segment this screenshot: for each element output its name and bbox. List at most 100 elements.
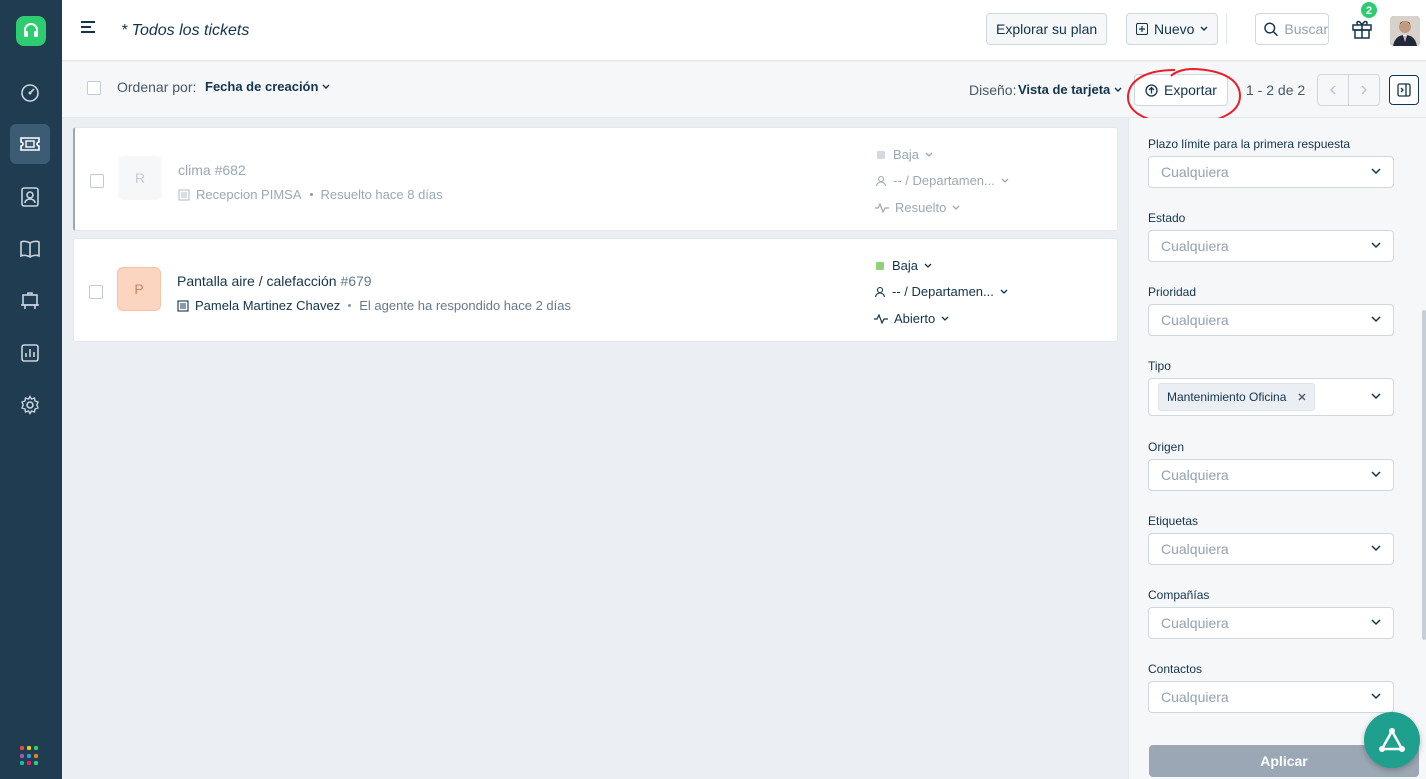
- building-icon: [178, 188, 190, 201]
- person-icon: [875, 175, 887, 186]
- requester-avatar: P: [117, 267, 161, 311]
- knowledge-base-nav-icon[interactable]: [10, 229, 50, 269]
- priority-dropdown[interactable]: Baja: [874, 258, 932, 273]
- freddy-assistant-button[interactable]: [1364, 712, 1420, 768]
- ticket-subject[interactable]: clima #682: [178, 162, 246, 178]
- priority-value: Baja: [893, 147, 920, 162]
- filter-tag: Mantenimiento Oficina: [1158, 383, 1316, 411]
- chevron-left-icon: [1330, 85, 1336, 95]
- ticket-meta: Recepcion PIMSA Resuelto hace 8 días: [178, 187, 443, 202]
- activity-icon: [875, 202, 889, 213]
- select-all-checkbox[interactable]: [87, 81, 101, 95]
- plus-square-icon: [1136, 23, 1148, 35]
- status-dropdown[interactable]: Abierto: [874, 311, 949, 326]
- export-label: Exportar: [1164, 82, 1217, 98]
- sidebar: [0, 0, 62, 779]
- filter-select-companies[interactable]: Cualquiera: [1148, 607, 1394, 639]
- chevron-down-icon: [1371, 168, 1381, 175]
- filter-tag-label: Mantenimiento Oficina: [1167, 390, 1287, 404]
- chevron-down-icon: [952, 205, 960, 210]
- filter-select-status[interactable]: Cualquiera: [1148, 230, 1394, 262]
- gift-icon[interactable]: [1351, 17, 1373, 42]
- separator-dot: [348, 304, 352, 307]
- headset-logo-icon: [16, 15, 46, 46]
- ticket-card[interactable]: R clima #682 Recepcion PIMSA Resuelto ha…: [73, 127, 1118, 231]
- filter-select-first-response[interactable]: Cualquiera: [1148, 156, 1394, 188]
- contacts-nav-icon[interactable]: [10, 177, 50, 217]
- ticket-checkbox[interactable]: [89, 285, 103, 299]
- app-logo[interactable]: [0, 0, 62, 61]
- reports-nav-icon[interactable]: [10, 333, 50, 373]
- pagination-text: 1 - 2 de 2: [1246, 82, 1306, 98]
- filter-select-source[interactable]: Cualquiera: [1148, 459, 1394, 491]
- chevron-down-icon: [1371, 316, 1381, 323]
- filter-label-companies: Compañías: [1148, 588, 1210, 602]
- filter-value: Cualquiera: [1161, 689, 1229, 705]
- assignee-dropdown[interactable]: -- / Departamen...: [874, 284, 1008, 299]
- chevron-down-icon: [1200, 26, 1208, 31]
- status-value: Resuelto: [895, 200, 947, 215]
- filter-select-contacts[interactable]: Cualquiera: [1148, 681, 1394, 713]
- search-button[interactable]: Buscar: [1255, 13, 1329, 45]
- toggle-filter-panel-button[interactable]: [1389, 75, 1419, 105]
- chevron-down-icon: [1371, 242, 1381, 249]
- new-button[interactable]: Nuevo: [1126, 13, 1219, 45]
- filter-select-tags[interactable]: Cualquiera: [1148, 533, 1394, 565]
- filter-label-source: Origen: [1148, 440, 1185, 454]
- filter-value: Cualquiera: [1161, 164, 1229, 180]
- search-icon: [1264, 22, 1278, 36]
- dashboard-nav-icon[interactable]: [10, 73, 50, 113]
- user-avatar[interactable]: [1390, 16, 1420, 46]
- filter-value: Cualquiera: [1161, 615, 1229, 631]
- priority-value: Baja: [892, 258, 919, 273]
- new-button-label: Nuevo: [1154, 21, 1195, 37]
- filter-label-first-response: Plazo límite para la primera respuesta: [1148, 137, 1351, 151]
- requester-avatar: R: [118, 156, 162, 200]
- building-icon: [177, 299, 189, 312]
- settings-nav-icon[interactable]: [10, 385, 50, 425]
- ticket-checkbox[interactable]: [90, 174, 104, 188]
- tickets-nav-icon[interactable]: [10, 124, 50, 164]
- export-button[interactable]: Exportar: [1134, 74, 1228, 106]
- ticket-subject[interactable]: Pantalla aire / calefacción #679: [177, 273, 372, 289]
- explore-plan-button[interactable]: Explorar su plan: [986, 13, 1108, 45]
- priority-dropdown[interactable]: Baja: [875, 147, 933, 162]
- page-title: * Todos los tickets: [121, 22, 250, 39]
- layout-dropdown[interactable]: Vista de tarjeta: [1018, 82, 1122, 97]
- ticket-subject-text: clima: [178, 162, 211, 178]
- previous-page-button[interactable]: [1317, 74, 1349, 106]
- notification-badge: 2: [1360, 1, 1378, 19]
- sort-dropdown[interactable]: Fecha de creación: [205, 79, 330, 94]
- apps-grid-icon[interactable]: [20, 746, 40, 766]
- chevron-down-icon: [322, 84, 330, 89]
- assignee-value: -- / Departamen...: [892, 284, 994, 299]
- filter-select-type[interactable]: Mantenimiento Oficina: [1148, 378, 1394, 416]
- filter-value: Cualquiera: [1161, 467, 1229, 483]
- filter-label-priority: Prioridad: [1148, 285, 1197, 299]
- ticket-card[interactable]: P Pantalla aire / calefacción #679 Pamel…: [73, 238, 1118, 342]
- ticket-status-text: Resuelto hace 8 días: [320, 187, 443, 202]
- menu-icon[interactable]: [81, 20, 95, 37]
- chevron-down-icon: [1371, 471, 1381, 478]
- chevron-down-icon: [1371, 693, 1381, 700]
- requester-name[interactable]: Recepcion PIMSA: [196, 187, 302, 202]
- chevron-down-icon: [925, 152, 933, 157]
- close-icon[interactable]: [1298, 393, 1306, 401]
- ticket-number: #682: [214, 162, 246, 178]
- assignee-dropdown[interactable]: -- / Departamen...: [875, 173, 1009, 188]
- chevron-right-icon: [1361, 85, 1367, 95]
- filter-select-priority[interactable]: Cualquiera: [1148, 304, 1394, 336]
- chevron-down-icon: [1001, 178, 1009, 183]
- next-page-button[interactable]: [1348, 74, 1380, 106]
- assets-nav-icon[interactable]: [10, 281, 50, 321]
- person-icon: [874, 286, 886, 297]
- ticket-subject-text: Pantalla aire / calefacción: [177, 273, 337, 289]
- filter-value: Cualquiera: [1161, 541, 1229, 557]
- filter-label-contacts: Contactos: [1148, 662, 1203, 676]
- filter-label-status: Estado: [1148, 211, 1186, 225]
- ticket-meta: Pamela Martinez Chavez El agente ha resp…: [177, 298, 571, 313]
- status-dropdown[interactable]: Resuelto: [875, 200, 960, 215]
- filter-panel-scrollbar[interactable]: [1422, 310, 1426, 640]
- requester-name[interactable]: Pamela Martinez Chavez: [195, 298, 340, 313]
- chevron-down-icon: [1000, 289, 1008, 294]
